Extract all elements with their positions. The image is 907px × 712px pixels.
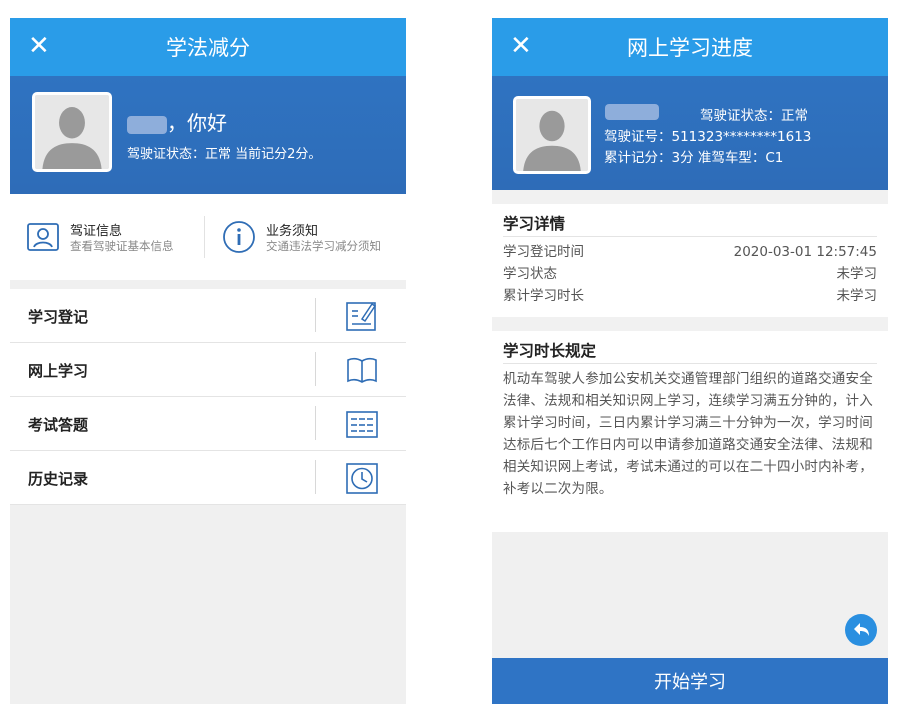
start-study-button[interactable]: 开始学习 <box>492 658 888 704</box>
avatar <box>513 96 591 174</box>
profile-banner: 驾驶证状态：正常 驾驶证号：511323********1613 累计记分：3分… <box>492 76 888 190</box>
empty-area <box>492 532 888 658</box>
detail-key: 学习登记时间 <box>503 244 584 260</box>
details-section-title: 学习详情 <box>503 215 566 233</box>
id-card-icon <box>27 223 59 251</box>
page-title: 学法减分 <box>166 36 250 60</box>
menu-item-label: 历史记录 <box>28 470 89 488</box>
left-topbar: ✕ 学法减分 <box>10 18 406 76</box>
license-number-text: 驾驶证号：511323********1613 <box>604 129 812 145</box>
section-gap <box>492 317 888 331</box>
license-status-text: 驾驶证状态：正常 当前记分2分。 <box>127 147 322 162</box>
blurred-name <box>127 115 167 134</box>
exam-list-icon <box>346 411 378 438</box>
detail-row: 学习登记时间 2020-03-01 12:57:45 <box>492 241 888 263</box>
menu-item-label: 网上学习 <box>28 362 89 380</box>
detail-key: 累计学习时长 <box>503 288 584 304</box>
rules-section-title: 学习时长规定 <box>503 342 597 360</box>
business-notice-title: 业务须知 <box>266 224 319 239</box>
avatar-person-icon <box>516 99 588 171</box>
blurred-name <box>605 104 659 120</box>
register-edit-icon <box>346 302 377 331</box>
menu-item-online-study[interactable]: 网上学习 <box>10 343 406 397</box>
back-arrow-icon <box>854 623 869 636</box>
detail-row: 学习状态 未学习 <box>492 263 888 285</box>
license-status-text: 驾驶证状态：正常 <box>700 108 808 124</box>
business-notice-subtitle: 交通违法学习减分须知 <box>266 239 381 253</box>
right-topbar: ✕ 网上学习进度 <box>492 18 888 76</box>
menu-item-register[interactable]: 学习登记 <box>10 289 406 343</box>
menu-item-exam[interactable]: 考试答题 <box>10 397 406 451</box>
right-screen: ✕ 网上学习进度 驾驶证状态：正常 驾驶证号：511323********161… <box>492 18 888 704</box>
detail-row: 累计学习时长 未学习 <box>492 285 888 307</box>
close-icon[interactable]: ✕ <box>510 31 532 61</box>
info-row: 驾证信息 查看驾驶证基本信息 业务须知 交通违法学习减分须知 <box>10 194 406 280</box>
detail-value: 未学习 <box>836 288 878 304</box>
detail-value: 未学习 <box>836 266 878 282</box>
divider <box>315 352 316 386</box>
section-gap <box>492 190 888 204</box>
divider <box>315 460 316 494</box>
greeting: ，你好 <box>127 107 227 136</box>
left-screen: ✕ 学法减分 ，你好 驾驶证状态：正常 当前记分2分。 驾证信息 查看驾驶证基本… <box>10 18 406 704</box>
menu-item-label: 学习登记 <box>28 308 89 326</box>
detail-value: 2020-03-01 12:57:45 <box>733 244 877 260</box>
main-menu: 学习登记 网上学习 考试答题 历史记录 <box>10 289 406 505</box>
divider <box>315 298 316 332</box>
clock-icon <box>346 463 378 494</box>
license-info-subtitle: 查看驾驶证基本信息 <box>70 239 174 253</box>
back-button[interactable] <box>845 614 877 646</box>
profile-banner: ，你好 驾驶证状态：正常 当前记分2分。 <box>10 76 406 194</box>
divider <box>204 216 205 258</box>
menu-item-label: 考试答题 <box>28 416 89 434</box>
license-info-title: 驾证信息 <box>70 224 123 239</box>
close-icon[interactable]: ✕ <box>28 31 50 61</box>
book-icon <box>347 357 377 383</box>
details-list: 学习登记时间 2020-03-01 12:57:45 学习状态 未学习 累计学习… <box>492 237 888 307</box>
rules-paragraph: 机动车驾驶人参加公安机关交通管理部门组织的道路交通安全法律、法规和相关知识网上学… <box>503 371 873 497</box>
menu-item-history[interactable]: 历史记录 <box>10 451 406 505</box>
avatar-person-icon <box>35 95 109 169</box>
points-and-type-text: 累计记分：3分 准驾车型：C1 <box>604 150 784 166</box>
detail-key: 学习状态 <box>503 266 557 282</box>
divider <box>315 406 316 440</box>
avatar <box>32 92 112 172</box>
info-icon <box>223 221 255 253</box>
page-title: 网上学习进度 <box>627 36 753 60</box>
